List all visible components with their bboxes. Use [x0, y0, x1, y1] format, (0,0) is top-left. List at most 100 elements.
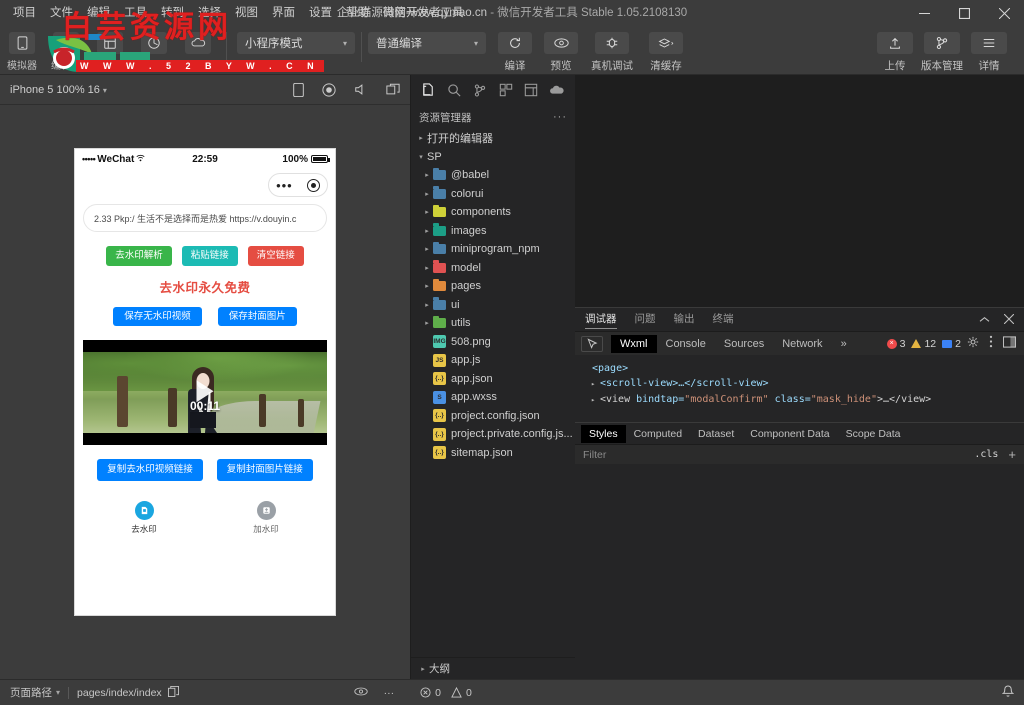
- search-icon[interactable]: [447, 83, 462, 98]
- version-control-button[interactable]: 版本管理: [916, 26, 968, 73]
- tree-folder[interactable]: ▸utils: [411, 314, 575, 333]
- gear-icon[interactable]: [967, 335, 979, 353]
- tree-folder[interactable]: ▸ui: [411, 296, 575, 315]
- styles-tab-4[interactable]: Scope Data: [838, 425, 909, 443]
- wxml-line[interactable]: <page>: [583, 361, 1016, 376]
- toolbar-调试器-button[interactable]: 调试器: [88, 29, 132, 72]
- device-selector[interactable]: iPhone 5 100% 16▾: [10, 84, 107, 96]
- toolbar-模拟器-button[interactable]: 模拟器: [0, 29, 44, 72]
- status-problem-counts[interactable]: 0 0: [420, 687, 472, 699]
- debugger-tab-2[interactable]: 输出: [674, 311, 695, 328]
- outline-section[interactable]: ▸ 大纲: [411, 657, 575, 679]
- menu-item-6[interactable]: 视图: [228, 0, 265, 26]
- preview-button[interactable]: 预览: [538, 26, 584, 73]
- bell-icon[interactable]: [1002, 689, 1014, 701]
- menu-item-5[interactable]: 选择: [191, 0, 228, 26]
- dock-icon[interactable]: [1003, 335, 1016, 353]
- tree-folder[interactable]: ▸components: [411, 203, 575, 222]
- wxml-line[interactable]: ▸<view bindtap="modalConfirm" class="mas…: [583, 392, 1016, 408]
- explorer-section-0[interactable]: ▸打开的编辑器: [411, 129, 575, 148]
- wechat-capsule[interactable]: •••: [268, 173, 328, 197]
- twisty-icon[interactable]: ▸: [591, 393, 600, 408]
- twisty-icon[interactable]: ▸: [591, 377, 600, 392]
- tree-file[interactable]: {..}sitemap.json: [411, 444, 575, 463]
- clear-cache-button[interactable]: 清缓存: [640, 26, 692, 73]
- filter-input[interactable]: Filter: [583, 449, 606, 461]
- toolbar-云开发-button[interactable]: 云开发: [176, 29, 220, 72]
- tabbar-item-remove-watermark[interactable]: 去水印: [83, 501, 205, 535]
- editor-area[interactable]: [575, 75, 1024, 307]
- menu-item-1[interactable]: 文件: [43, 0, 80, 26]
- copy-video-link-button[interactable]: 复制去水印视频链接: [97, 459, 203, 481]
- tree-file[interactable]: {..}project.config.json: [411, 407, 575, 426]
- tree-file[interactable]: JSapp.js: [411, 351, 575, 370]
- detach-window-icon[interactable]: [386, 83, 400, 96]
- device-debug-button[interactable]: 真机调试: [584, 26, 640, 73]
- menu-item-9[interactable]: 帮助: [339, 0, 376, 26]
- toolbar-编辑器-button[interactable]: 编辑器: [44, 29, 88, 72]
- styles-tab-3[interactable]: Component Data: [742, 425, 837, 443]
- save-cover-button[interactable]: 保存封面图片: [218, 307, 297, 327]
- element-picker-icon[interactable]: [581, 336, 603, 352]
- tree-folder[interactable]: ▸@babel: [411, 166, 575, 185]
- tree-file[interactable]: {..}app.json: [411, 370, 575, 389]
- video-player[interactable]: 00:11: [83, 340, 327, 445]
- menu-item-0[interactable]: 项目: [6, 0, 43, 26]
- tree-folder[interactable]: ▸model: [411, 259, 575, 278]
- kebab-menu-icon[interactable]: [989, 335, 993, 353]
- record-icon[interactable]: [322, 83, 336, 97]
- compile-select[interactable]: 普通编译 ▾: [368, 32, 486, 54]
- error-badge[interactable]: × 3: [887, 338, 906, 350]
- page-path-selector[interactable]: 页面路径 ▾: [10, 685, 60, 700]
- wxml-tree[interactable]: <page>▸<scroll-view>…</scroll-view>▸<vie…: [575, 355, 1024, 414]
- explorer-more-icon[interactable]: ···: [553, 111, 567, 123]
- copy-cover-link-button[interactable]: 复制封面图片链接: [217, 459, 313, 481]
- menu-item-3[interactable]: 工具: [117, 0, 154, 26]
- save-video-button[interactable]: 保存无水印视频: [113, 307, 202, 327]
- devtools-tab-2[interactable]: Sources: [715, 335, 773, 353]
- wxml-line[interactable]: ▸<scroll-view>…</scroll-view>: [583, 376, 1016, 392]
- source-control-icon[interactable]: [473, 83, 487, 98]
- status-warning-count-group[interactable]: 0: [451, 687, 472, 699]
- tree-folder[interactable]: ▸images: [411, 222, 575, 241]
- cloud-dev-icon[interactable]: [549, 84, 565, 97]
- debugger-tab-1[interactable]: 问题: [635, 311, 656, 328]
- mode-select[interactable]: 小程序模式 ▾: [237, 32, 355, 54]
- warning-badge[interactable]: 12: [911, 338, 936, 350]
- menu-item-4[interactable]: 转到: [154, 0, 191, 26]
- files-icon[interactable]: [421, 83, 436, 98]
- toolbar-可视化-button[interactable]: 可视化: [132, 29, 176, 72]
- volume-icon[interactable]: [354, 83, 368, 96]
- devtools-tab-4[interactable]: »: [832, 335, 856, 353]
- menu-item-10[interactable]: 微信开发者工具: [376, 0, 471, 26]
- maximize-button[interactable]: [944, 0, 984, 26]
- phone-rotate-icon[interactable]: [293, 83, 304, 97]
- clear-link-button[interactable]: 清空链接: [248, 246, 304, 266]
- debugger-tab-0[interactable]: 调试器: [585, 311, 617, 329]
- menu-item-8[interactable]: 设置: [302, 0, 339, 26]
- devtools-tab-0[interactable]: Wxml: [611, 335, 657, 353]
- tree-folder[interactable]: ▸colorui: [411, 185, 575, 204]
- upload-button[interactable]: 上传: [874, 26, 916, 73]
- explorer-section-1[interactable]: ▾SP: [411, 148, 575, 167]
- styles-tab-0[interactable]: Styles: [581, 425, 626, 443]
- capsule-more-icon[interactable]: •••: [276, 179, 293, 192]
- compile-button[interactable]: 编译: [492, 26, 538, 73]
- extensions-icon[interactable]: [499, 83, 513, 97]
- tabbar-item-add-watermark[interactable]: 加水印: [205, 501, 327, 535]
- chevron-up-icon[interactable]: [979, 311, 990, 329]
- status-error-count-group[interactable]: 0: [420, 687, 441, 699]
- tree-folder[interactable]: ▸pages: [411, 277, 575, 296]
- layout-icon[interactable]: [524, 83, 538, 97]
- cls-button[interactable]: .cls: [974, 449, 998, 460]
- devtools-tab-1[interactable]: Console: [657, 335, 715, 353]
- copy-icon[interactable]: [168, 686, 179, 700]
- eye-icon-status[interactable]: [354, 686, 368, 700]
- tree-file[interactable]: IMG508.png: [411, 333, 575, 352]
- paste-link-button[interactable]: 粘贴链接: [182, 246, 238, 266]
- parse-button[interactable]: 去水印解析: [106, 246, 172, 266]
- details-button[interactable]: 详情: [968, 26, 1010, 73]
- minimize-button[interactable]: [904, 0, 944, 26]
- status-more-icon[interactable]: ···: [384, 687, 395, 699]
- close-button[interactable]: [984, 0, 1024, 26]
